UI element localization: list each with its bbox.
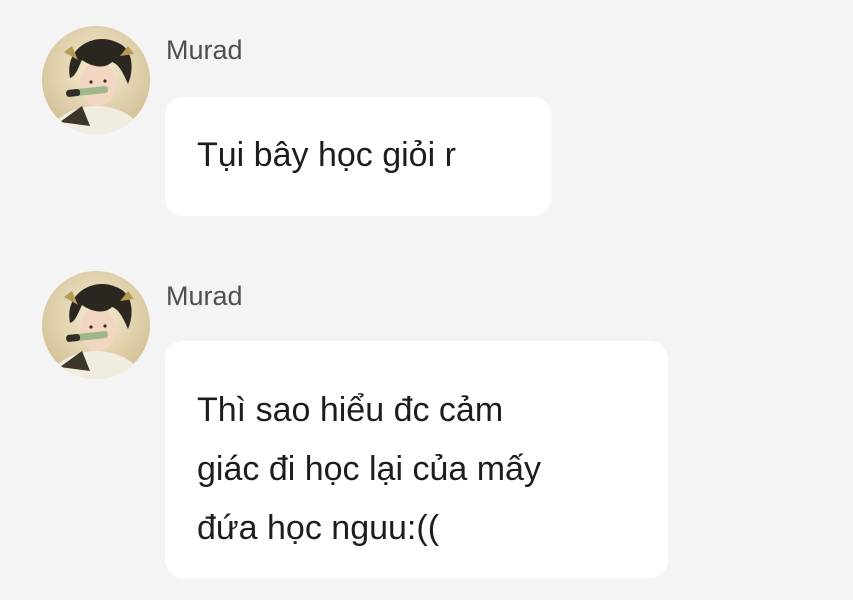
user-avatar-icon (42, 26, 150, 134)
message-text: Thì sao hiểu đc cảm giác đi học lại của … (197, 391, 541, 547)
sender-name: Murad (166, 281, 243, 311)
message-bubble[interactable]: Thì sao hiểu đc cảm giác đi học lại của … (165, 341, 668, 578)
chat-thread: Murad Tụi bây học giỏi r Murad Thì sao h… (0, 0, 853, 600)
sender-avatar[interactable] (42, 26, 150, 134)
user-avatar-icon (42, 271, 150, 379)
message-bubble[interactable]: Tụi bây học giỏi r (165, 97, 551, 216)
sender-name: Murad (166, 35, 243, 65)
sender-avatar[interactable] (42, 271, 150, 379)
message-text: Tụi bây học giỏi r (197, 136, 456, 174)
